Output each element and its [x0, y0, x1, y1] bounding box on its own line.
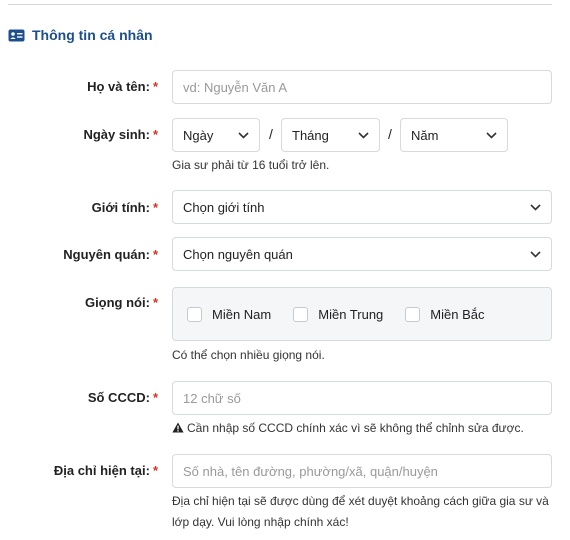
- id-number-input[interactable]: 12 chữ số: [172, 381, 552, 415]
- birthday-label: Ngày sinh: *: [0, 127, 158, 142]
- fullname-input[interactable]: vd: Nguyễn Văn A: [172, 70, 552, 104]
- id-number-placeholder: 12 chữ số: [183, 390, 241, 406]
- address-placeholder: Số nhà, tên đường, phường/xã, quận/huyện: [183, 463, 438, 479]
- gender-value: Chọn giới tính: [183, 199, 265, 215]
- accent-option-north[interactable]: Miền Bắc: [405, 306, 485, 322]
- accent-option-label: Miền Trung: [318, 306, 384, 322]
- chevron-down-icon: [530, 250, 541, 258]
- required-mark: *: [152, 463, 158, 478]
- hometown-label-text: Nguyên quán:: [63, 247, 150, 262]
- accent-option-label: Miền Bắc: [430, 306, 485, 322]
- warning-icon: [172, 422, 184, 433]
- address-label: Địa chỉ hiện tại: *: [0, 463, 158, 478]
- checkbox[interactable]: [293, 306, 309, 322]
- chevron-down-icon: [486, 131, 497, 139]
- birth-year-value: Năm: [411, 127, 439, 143]
- date-separator: /: [269, 126, 273, 142]
- chevron-down-icon: [530, 203, 541, 211]
- top-divider: [8, 4, 552, 5]
- id-number-label: Số CCCD: *: [0, 390, 158, 405]
- section-header: Thông tin cá nhân: [8, 26, 153, 44]
- accent-label-text: Giọng nói:: [84, 295, 150, 310]
- fullname-label-text: Họ và tên:: [87, 79, 150, 94]
- birth-month-select[interactable]: Tháng: [281, 118, 380, 152]
- accent-hint: Có thể chọn nhiều giọng nói.: [172, 348, 325, 362]
- required-mark: *: [152, 127, 158, 142]
- checkbox[interactable]: [187, 306, 202, 322]
- id-number-hint-text: Cần nhập số CCCD chính xác vì sẽ không t…: [187, 421, 524, 435]
- id-number-hint: Cần nhập số CCCD chính xác vì sẽ không t…: [172, 418, 552, 439]
- accent-option-south[interactable]: Miền Nam: [187, 306, 272, 322]
- birth-month-value: Tháng: [292, 127, 329, 143]
- accent-label: Giọng nói: *: [0, 295, 158, 310]
- section-title: Thông tin cá nhân: [32, 27, 153, 43]
- required-mark: *: [152, 200, 158, 215]
- required-mark: *: [152, 295, 158, 310]
- fullname-placeholder: vd: Nguyễn Văn A: [183, 79, 288, 95]
- hometown-value: Chọn nguyên quán: [183, 246, 293, 262]
- gender-label-text: Giới tính:: [91, 200, 150, 215]
- gender-select[interactable]: Chọn giới tính: [172, 190, 552, 224]
- chevron-down-icon: [358, 131, 369, 139]
- date-separator: /: [388, 126, 392, 142]
- required-mark: *: [152, 247, 158, 262]
- accent-option-label: Miền Nam: [212, 306, 272, 322]
- birth-day-select[interactable]: Ngày: [172, 118, 260, 152]
- id-card-icon: [8, 29, 25, 41]
- birthday-label-text: Ngày sinh:: [83, 127, 150, 142]
- accent-option-central[interactable]: Miền Trung: [293, 306, 384, 322]
- id-number-label-text: Số CCCD:: [87, 390, 150, 405]
- address-label-text: Địa chỉ hiện tại:: [53, 463, 150, 478]
- required-mark: *: [152, 79, 158, 94]
- birth-day-value: Ngày: [183, 127, 214, 143]
- required-mark: *: [152, 390, 158, 405]
- accent-options-box: Miền Nam Miền Trung Miền Bắc: [172, 287, 552, 341]
- fullname-label: Họ và tên: *: [0, 79, 158, 94]
- address-hint: Địa chỉ hiện tại sẽ được dùng để xét duy…: [172, 494, 549, 529]
- birth-year-select[interactable]: Năm: [400, 118, 508, 152]
- address-input[interactable]: Số nhà, tên đường, phường/xã, quận/huyện: [172, 454, 552, 488]
- gender-label: Giới tính: *: [0, 200, 158, 215]
- birthday-hint: Gia sư phải từ 16 tuổi trở lên.: [172, 158, 330, 172]
- checkbox[interactable]: [405, 306, 421, 322]
- hometown-label: Nguyên quán: *: [0, 247, 158, 262]
- hometown-select[interactable]: Chọn nguyên quán: [172, 237, 552, 271]
- chevron-down-icon: [238, 131, 249, 139]
